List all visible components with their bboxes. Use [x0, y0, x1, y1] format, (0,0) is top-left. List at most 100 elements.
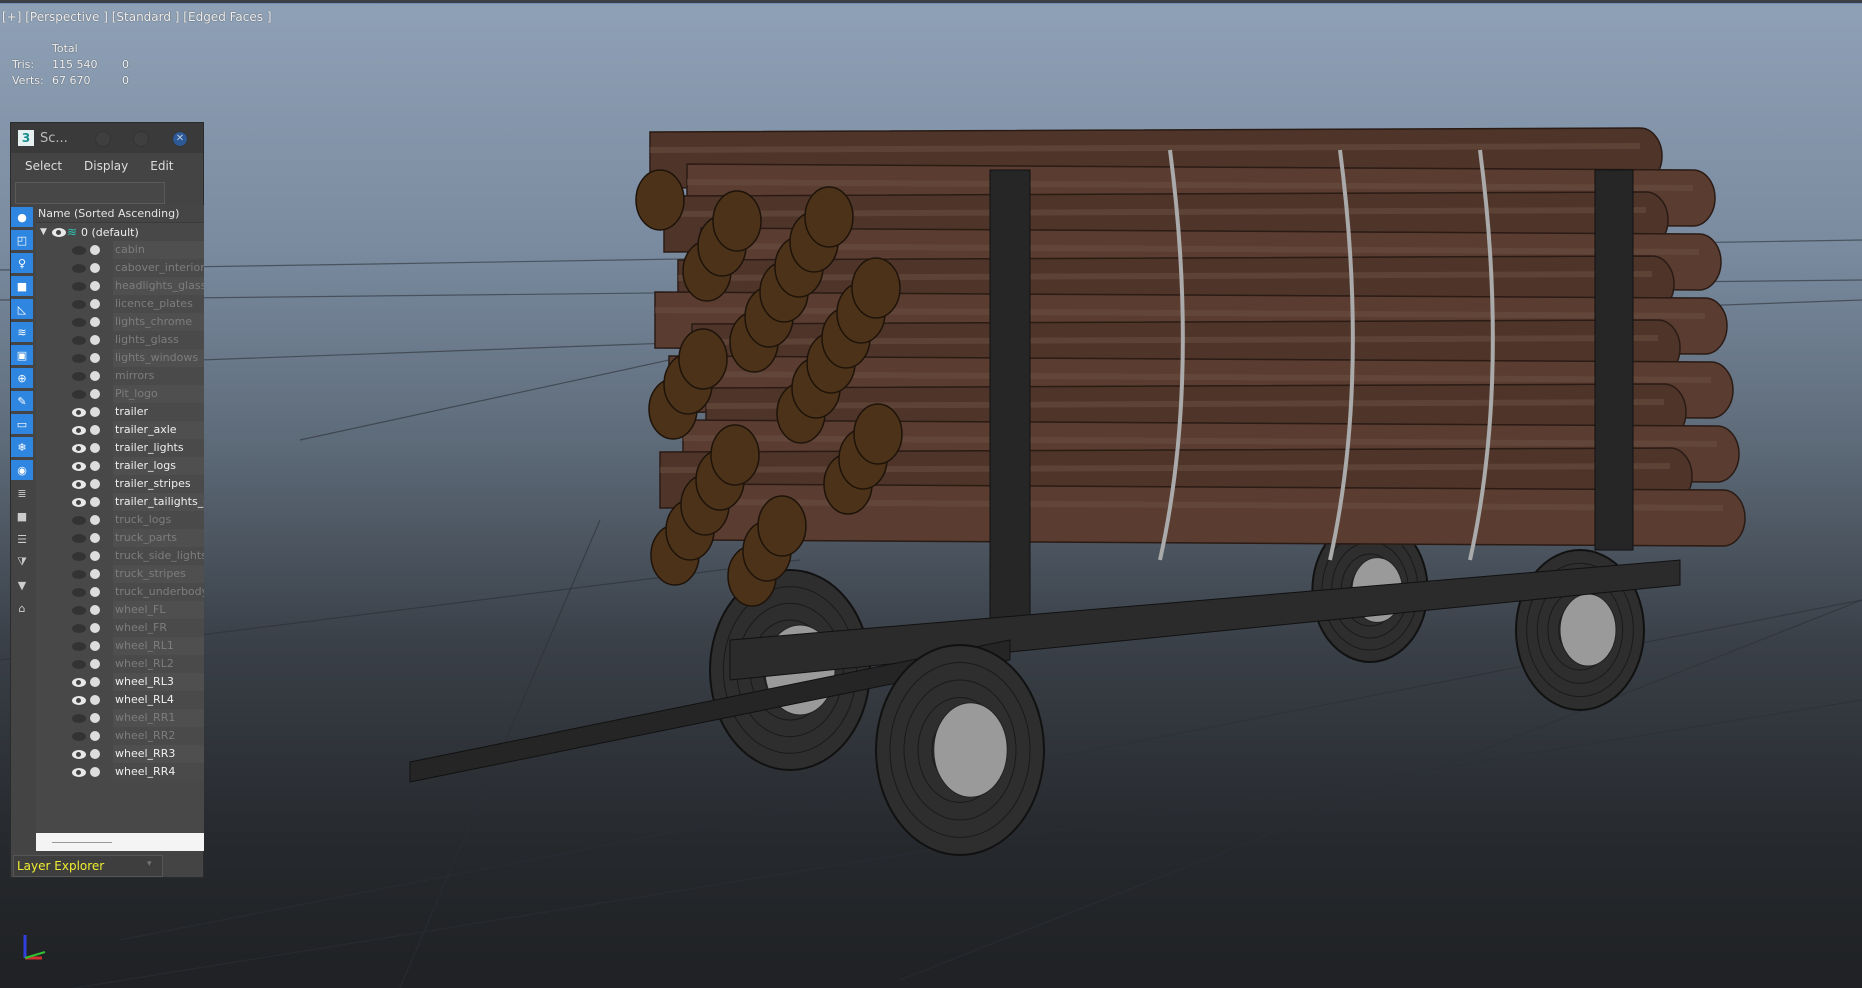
- eye-icon[interactable]: [72, 263, 86, 273]
- freeze-dot-icon[interactable]: [90, 335, 100, 345]
- layer-row[interactable]: wheel_FR: [36, 619, 204, 637]
- minimize-button[interactable]: [95, 131, 111, 147]
- viewport-label[interactable]: [+] [Perspective ] [Standard ] [Edged Fa…: [2, 10, 272, 24]
- layer-row[interactable]: headlights_glass: [36, 277, 204, 295]
- layer-row[interactable]: wheel_RL3: [36, 673, 204, 691]
- eye-icon[interactable]: [72, 659, 86, 669]
- layer-row[interactable]: lights_chrome: [36, 313, 204, 331]
- eye-icon[interactable]: [72, 623, 86, 633]
- layer-row[interactable]: licence_plates: [36, 295, 204, 313]
- document-icon[interactable]: ☰: [11, 529, 33, 549]
- freeze-dot-icon[interactable]: [90, 587, 100, 597]
- eye-icon[interactable]: [72, 731, 86, 741]
- column-header[interactable]: Name (Sorted Ascending): [36, 205, 204, 223]
- menu-select[interactable]: Select: [25, 159, 62, 173]
- freeze-dot-icon[interactable]: [90, 443, 100, 453]
- layer-row[interactable]: Pit_logo: [36, 385, 204, 403]
- layer-row[interactable]: trailer_lights: [36, 439, 204, 457]
- light-icon[interactable]: ♀: [11, 253, 33, 273]
- frozen-icon[interactable]: ❄: [11, 437, 33, 457]
- helper-icon[interactable]: ◺: [11, 299, 33, 319]
- layer-row[interactable]: wheel_RL4: [36, 691, 204, 709]
- freeze-dot-icon[interactable]: [90, 767, 100, 777]
- eye-icon[interactable]: [72, 533, 86, 543]
- freeze-dot-icon[interactable]: [90, 533, 100, 543]
- eye-icon[interactable]: [72, 353, 86, 363]
- layer-row[interactable]: wheel_RL2: [36, 655, 204, 673]
- visibility-icon[interactable]: ◉: [11, 460, 33, 480]
- layer-row[interactable]: trailer_tailights_chrome: [36, 493, 204, 511]
- freeze-dot-icon[interactable]: [90, 281, 100, 291]
- layer-root[interactable]: ▼ ≋ 0 (default): [36, 223, 204, 241]
- xref-icon[interactable]: ⊕: [11, 368, 33, 388]
- eye-icon[interactable]: [72, 695, 86, 705]
- freeze-dot-icon[interactable]: [90, 299, 100, 309]
- eye-icon[interactable]: [72, 317, 86, 327]
- bone-icon[interactable]: ✎: [11, 391, 33, 411]
- layer-row[interactable]: truck_side_lights: [36, 547, 204, 565]
- layer-row[interactable]: truck_logs: [36, 511, 204, 529]
- eye-icon[interactable]: [72, 749, 86, 759]
- freeze-dot-icon[interactable]: [90, 641, 100, 651]
- layer-row[interactable]: mirrors: [36, 367, 204, 385]
- layer-row[interactable]: truck_underbody: [36, 583, 204, 601]
- layer-row[interactable]: trailer_stripes: [36, 475, 204, 493]
- eye-icon[interactable]: [72, 281, 86, 291]
- eye-icon[interactable]: [72, 515, 86, 525]
- freeze-dot-icon[interactable]: [90, 461, 100, 471]
- layer-row[interactable]: truck_parts: [36, 529, 204, 547]
- freeze-dot-icon[interactable]: [90, 659, 100, 669]
- sphere-icon[interactable]: ●: [11, 207, 33, 227]
- eye-icon[interactable]: [72, 425, 86, 435]
- camera-icon[interactable]: ■: [11, 276, 33, 296]
- layer-row[interactable]: lights_windows: [36, 349, 204, 367]
- eye-icon[interactable]: [72, 677, 86, 687]
- spacewarp-icon[interactable]: ≋: [11, 322, 33, 342]
- eye-icon[interactable]: [52, 227, 66, 237]
- freeze-dot-icon[interactable]: [90, 497, 100, 507]
- eye-icon[interactable]: [72, 641, 86, 651]
- layer-row[interactable]: wheel_RR3: [36, 745, 204, 763]
- eye-icon[interactable]: [72, 587, 86, 597]
- layer-row[interactable]: wheel_RR1: [36, 709, 204, 727]
- panel-titlebar[interactable]: 3 Sc... ✕: [11, 123, 203, 153]
- eye-icon[interactable]: [72, 443, 86, 453]
- freeze-dot-icon[interactable]: [90, 263, 100, 273]
- shapes-icon[interactable]: ◰: [11, 230, 33, 250]
- eye-icon[interactable]: [72, 335, 86, 345]
- freeze-dot-icon[interactable]: [90, 713, 100, 723]
- freeze-dot-icon[interactable]: [90, 623, 100, 633]
- eye-icon[interactable]: [72, 371, 86, 381]
- layer-row[interactable]: wheel_RR2: [36, 727, 204, 745]
- container-tab-icon[interactable]: ⌂: [11, 598, 33, 618]
- layer-row[interactable]: truck_stripes: [36, 565, 204, 583]
- list-icon[interactable]: ≣: [11, 483, 33, 503]
- chevron-down-icon[interactable]: ▾: [147, 859, 152, 869]
- freeze-dot-icon[interactable]: [90, 515, 100, 525]
- eye-icon[interactable]: [72, 767, 86, 777]
- menu-edit[interactable]: Edit: [150, 159, 173, 173]
- expand-arrow-icon[interactable]: ▼: [40, 227, 47, 237]
- freeze-dot-icon[interactable]: [90, 731, 100, 741]
- layer-row[interactable]: wheel_RR4: [36, 763, 204, 781]
- freeze-dot-icon[interactable]: [90, 677, 100, 687]
- close-icon[interactable]: ✕: [172, 131, 188, 147]
- freeze-dot-icon[interactable]: [90, 389, 100, 399]
- freeze-dot-icon[interactable]: [90, 353, 100, 363]
- freeze-dot-icon[interactable]: [90, 551, 100, 561]
- filter-icon[interactable]: ▼: [11, 575, 33, 595]
- eye-icon[interactable]: [72, 479, 86, 489]
- layer-row[interactable]: cabover_interior: [36, 259, 204, 277]
- eye-icon[interactable]: [72, 407, 86, 417]
- freeze-dot-icon[interactable]: [90, 317, 100, 327]
- maximize-button[interactable]: [133, 131, 149, 147]
- container-icon[interactable]: ▭: [11, 414, 33, 434]
- filter-config-icon[interactable]: ⧩: [11, 552, 33, 572]
- freeze-dot-icon[interactable]: [90, 407, 100, 417]
- horizontal-scrollbar[interactable]: [36, 833, 204, 851]
- freeze-dot-icon[interactable]: [90, 605, 100, 615]
- layer-row[interactable]: cabin: [36, 241, 204, 259]
- layer-row[interactable]: lights_glass: [36, 331, 204, 349]
- layer-row[interactable]: wheel_RL1: [36, 637, 204, 655]
- layer-row[interactable]: trailer_logs: [36, 457, 204, 475]
